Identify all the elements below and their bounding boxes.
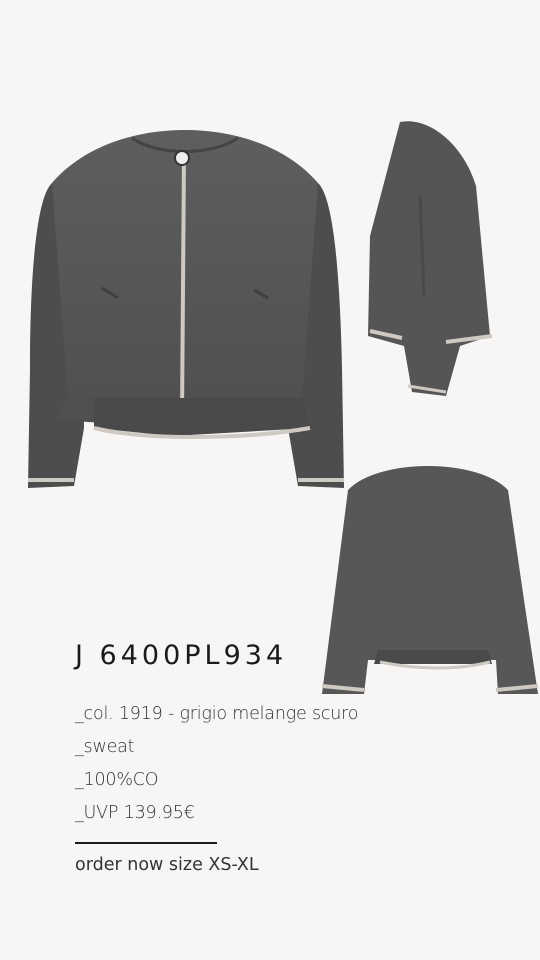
order-link[interactable]: order now size XS-XL — [75, 855, 259, 875]
jacket-side-image — [368, 121, 493, 396]
product-material: _sweat — [75, 737, 135, 757]
jacket-back-image — [321, 466, 539, 694]
jacket-front-image — [28, 130, 344, 488]
product-composition: _100%CO — [75, 770, 159, 790]
product-price: _UVP 139.95€ — [75, 803, 195, 823]
product-code: J 6400PL934 — [75, 640, 288, 671]
product-color: _col. 1919 - grigio melange scuro — [75, 704, 359, 724]
divider — [75, 842, 217, 844]
